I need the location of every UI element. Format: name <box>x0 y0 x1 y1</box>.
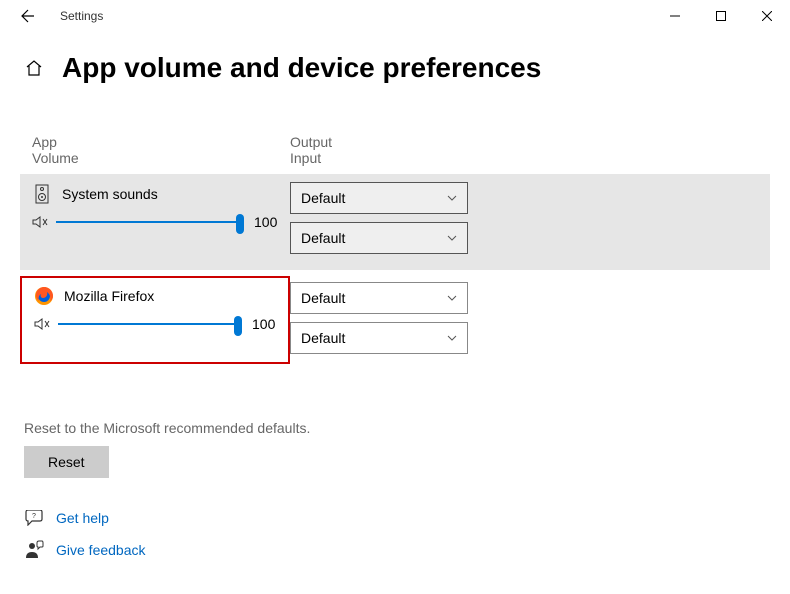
links-section: ? Get help Give feedback <box>20 510 770 560</box>
chat-help-icon: ? <box>24 510 44 526</box>
window-title: Settings <box>60 9 103 23</box>
dropdown-value: Default <box>301 190 345 206</box>
chevron-down-icon <box>447 235 457 241</box>
col-input-label: Input <box>290 150 490 166</box>
window-controls <box>652 0 790 32</box>
reset-description: Reset to the Microsoft recommended defau… <box>24 420 770 436</box>
firefox-icon <box>34 286 54 306</box>
mute-icon[interactable] <box>34 317 52 331</box>
volume-slider[interactable] <box>58 314 242 334</box>
mute-icon[interactable] <box>32 215 50 229</box>
svg-text:?: ? <box>32 513 36 520</box>
close-button[interactable] <box>744 0 790 32</box>
get-help-link[interactable]: Get help <box>56 510 109 526</box>
volume-slider[interactable] <box>56 212 244 232</box>
arrow-left-icon <box>20 8 36 24</box>
col-volume-label: Volume <box>32 150 290 166</box>
volume-value: 100 <box>252 316 280 332</box>
chevron-down-icon <box>447 195 457 201</box>
minimize-icon <box>670 11 680 21</box>
app-name: Mozilla Firefox <box>64 288 154 304</box>
input-dropdown[interactable]: Default <box>290 322 468 354</box>
page-title: App volume and device preferences <box>62 52 541 84</box>
dropdown-value: Default <box>301 330 345 346</box>
reset-section: Reset to the Microsoft recommended defau… <box>20 420 770 478</box>
maximize-icon <box>716 11 726 21</box>
content: App Volume Output Input System sounds <box>0 94 790 560</box>
chevron-down-icon <box>447 295 457 301</box>
give-feedback-link[interactable]: Give feedback <box>56 542 146 558</box>
home-icon[interactable] <box>24 58 44 78</box>
dropdown-value: Default <box>301 230 345 246</box>
feedback-person-icon <box>24 540 44 560</box>
back-button[interactable] <box>12 0 44 32</box>
titlebar: Settings <box>0 0 790 32</box>
output-dropdown[interactable]: Default <box>290 182 468 214</box>
column-headers: App Volume Output Input <box>20 134 770 166</box>
dropdown-value: Default <box>301 290 345 306</box>
app-row-system-sounds: System sounds 100 Default Default <box>20 174 770 270</box>
speaker-device-icon <box>32 184 52 204</box>
output-dropdown[interactable]: Default <box>290 282 468 314</box>
col-app-label: App <box>32 134 290 150</box>
minimize-button[interactable] <box>652 0 698 32</box>
col-output-label: Output <box>290 134 490 150</box>
reset-button[interactable]: Reset <box>24 446 109 478</box>
volume-value: 100 <box>254 214 282 230</box>
input-dropdown[interactable]: Default <box>290 222 468 254</box>
page-header: App volume and device preferences <box>0 32 790 94</box>
app-name: System sounds <box>62 186 158 202</box>
chevron-down-icon <box>447 335 457 341</box>
app-row-firefox: Mozilla Firefox 100 <box>20 276 290 364</box>
close-icon <box>762 11 772 21</box>
maximize-button[interactable] <box>698 0 744 32</box>
